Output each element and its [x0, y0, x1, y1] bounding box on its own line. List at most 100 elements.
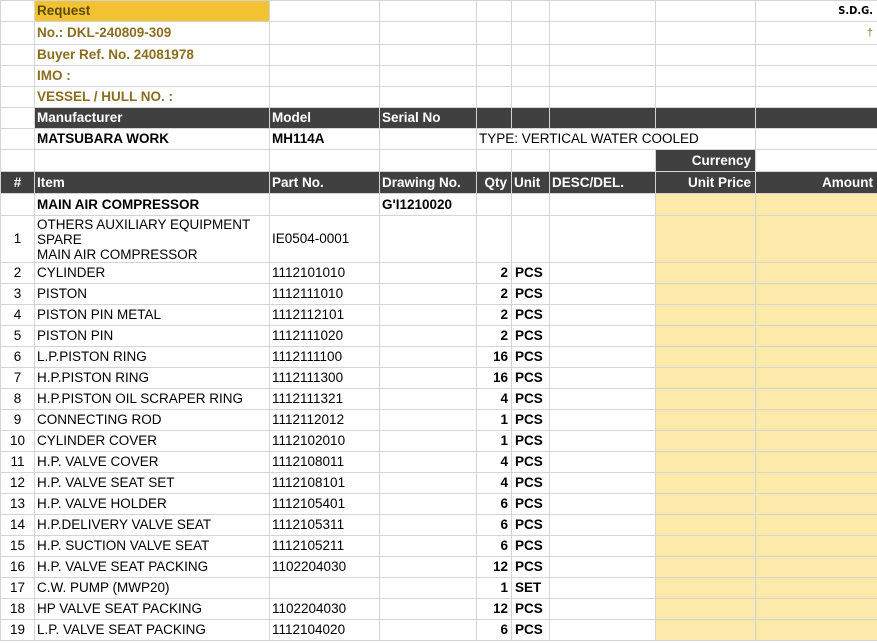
- unit-price-cell[interactable]: [655, 388, 756, 410]
- cell[interactable]: [476, 107, 512, 129]
- amount-cell[interactable]: [755, 619, 877, 641]
- cell[interactable]: [549, 149, 656, 172]
- amount-cell[interactable]: [755, 514, 877, 536]
- cell[interactable]: [269, 21, 380, 45]
- amount-cell[interactable]: [755, 262, 877, 284]
- drawing-number[interactable]: [379, 409, 477, 431]
- cell[interactable]: [511, 107, 550, 129]
- amount-cell[interactable]: [755, 451, 877, 473]
- amount-cell[interactable]: [755, 193, 877, 216]
- vessel-label[interactable]: VESSEL / HULL NO. :: [34, 86, 270, 108]
- part-number[interactable]: 1112105401: [269, 493, 380, 515]
- unit[interactable]: PCS: [511, 283, 550, 305]
- amount-cell[interactable]: [755, 430, 877, 452]
- cell[interactable]: [511, 21, 550, 45]
- quantity[interactable]: 6: [476, 535, 512, 557]
- model-header[interactable]: Model: [269, 107, 380, 129]
- part-number[interactable]: [269, 577, 380, 599]
- cell[interactable]: [0, 193, 35, 216]
- drawing-number[interactable]: [379, 367, 477, 389]
- cell[interactable]: [511, 0, 550, 22]
- cell[interactable]: [549, 193, 656, 216]
- unit-price-cell[interactable]: [655, 215, 756, 263]
- unit[interactable]: PCS: [511, 430, 550, 452]
- row-number[interactable]: 2: [0, 262, 35, 284]
- unit-price-cell[interactable]: [655, 451, 756, 473]
- unit-price-cell[interactable]: [655, 325, 756, 347]
- quantity[interactable]: 6: [476, 619, 512, 641]
- item-name[interactable]: PISTON: [34, 283, 270, 305]
- unit-price-cell[interactable]: [655, 367, 756, 389]
- quantity[interactable]: 1: [476, 409, 512, 431]
- cell[interactable]: [476, 21, 512, 45]
- quantity[interactable]: 16: [476, 367, 512, 389]
- amount-cell[interactable]: [755, 325, 877, 347]
- column-header-part-no[interactable]: Part No.: [269, 171, 380, 194]
- item-name[interactable]: CONNECTING ROD: [34, 409, 270, 431]
- group-drawing-no[interactable]: G'I1210020: [379, 193, 477, 216]
- cell[interactable]: [655, 44, 756, 66]
- drawing-number[interactable]: [379, 262, 477, 284]
- quantity[interactable]: 1: [476, 577, 512, 599]
- cell[interactable]: [476, 193, 512, 216]
- desc-del[interactable]: [549, 514, 656, 536]
- part-number[interactable]: 1112111100: [269, 346, 380, 368]
- amount-cell[interactable]: [755, 598, 877, 620]
- desc-del[interactable]: [549, 619, 656, 641]
- part-number[interactable]: 1112105211: [269, 535, 380, 557]
- quantity[interactable]: 2: [476, 262, 512, 284]
- cell[interactable]: [0, 21, 35, 45]
- column-header-unit-price[interactable]: Unit Price: [655, 171, 756, 194]
- row-number[interactable]: 8: [0, 388, 35, 410]
- drawing-number[interactable]: [379, 325, 477, 347]
- row-number[interactable]: 9: [0, 409, 35, 431]
- part-number[interactable]: 1112101010: [269, 262, 380, 284]
- unit[interactable]: PCS: [511, 346, 550, 368]
- unit-price-cell[interactable]: [655, 409, 756, 431]
- amount-cell[interactable]: [755, 472, 877, 494]
- part-number[interactable]: 1112108011: [269, 451, 380, 473]
- desc-del[interactable]: [549, 325, 656, 347]
- item-name[interactable]: H.P. VALVE COVER: [34, 451, 270, 473]
- item-name[interactable]: H.P.DELIVERY VALVE SEAT: [34, 514, 270, 536]
- cell[interactable]: [0, 128, 35, 150]
- unit[interactable]: PCS: [511, 262, 550, 284]
- unit[interactable]: PCS: [511, 598, 550, 620]
- cell[interactable]: [655, 0, 756, 22]
- item-name[interactable]: L.P. VALVE SEAT PACKING: [34, 619, 270, 641]
- item-name[interactable]: CYLINDER COVER: [34, 430, 270, 452]
- cell[interactable]: [655, 107, 756, 129]
- desc-del[interactable]: [549, 388, 656, 410]
- cell[interactable]: [34, 149, 270, 172]
- request-number[interactable]: No.: DKL-240809-309: [34, 21, 270, 45]
- imo-label[interactable]: IMO :: [34, 65, 270, 87]
- serial-value[interactable]: [379, 128, 477, 150]
- part-number[interactable]: 1112111321: [269, 388, 380, 410]
- currency-header[interactable]: Currency: [655, 149, 756, 172]
- cell[interactable]: [511, 65, 550, 87]
- unit[interactable]: PCS: [511, 514, 550, 536]
- cell[interactable]: [379, 44, 477, 66]
- equipment-type[interactable]: TYPE: VERTICAL WATER COOLED: [476, 128, 756, 150]
- cell[interactable]: [655, 65, 756, 87]
- quantity[interactable]: [476, 215, 512, 263]
- desc-del[interactable]: [549, 304, 656, 326]
- desc-del[interactable]: [549, 577, 656, 599]
- unit-price-cell[interactable]: [655, 262, 756, 284]
- cell[interactable]: [476, 0, 512, 22]
- part-number[interactable]: 1112111020: [269, 325, 380, 347]
- cell[interactable]: [476, 149, 512, 172]
- cell[interactable]: [0, 65, 35, 87]
- item-name[interactable]: H.P. VALVE HOLDER: [34, 493, 270, 515]
- cell[interactable]: [549, 65, 656, 87]
- cell[interactable]: [0, 44, 35, 66]
- unit-price-cell[interactable]: [655, 577, 756, 599]
- row-number[interactable]: 19: [0, 619, 35, 641]
- cell[interactable]: [511, 149, 550, 172]
- unit[interactable]: PCS: [511, 409, 550, 431]
- item-name[interactable]: H.P.PISTON OIL SCRAPER RING: [34, 388, 270, 410]
- part-number[interactable]: 1112111300: [269, 367, 380, 389]
- row-number[interactable]: 16: [0, 556, 35, 578]
- unit-price-cell[interactable]: [655, 304, 756, 326]
- item-name[interactable]: H.P. VALVE SEAT SET: [34, 472, 270, 494]
